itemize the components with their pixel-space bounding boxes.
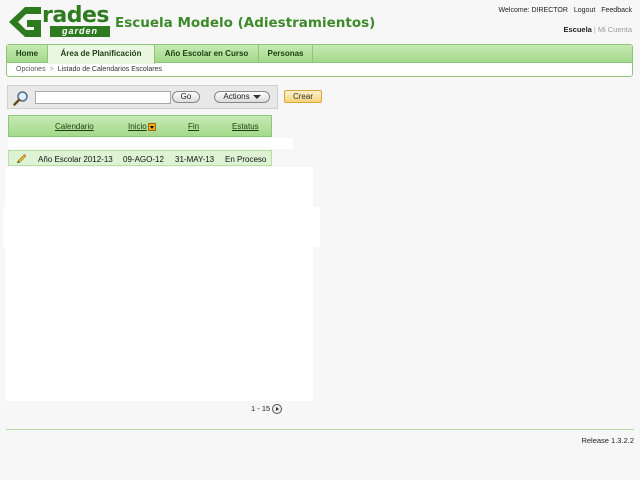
cell-estatus: En Proceso	[225, 155, 267, 164]
welcome-text: Welcome: DIRECTOR	[498, 7, 568, 14]
column-header-inicio[interactable]: Inicio	[128, 122, 156, 131]
sort-descending-icon[interactable]	[147, 122, 156, 131]
table-header: Calendario Inicio Fin Estatus	[8, 115, 272, 137]
chevron-down-icon	[252, 94, 261, 99]
app-title: Escuela Modelo (Adiestramientos)	[115, 15, 376, 31]
search-input[interactable]	[35, 91, 171, 104]
logout-link[interactable]: Logout	[574, 7, 595, 14]
cell-fin: 31-MAY-13	[175, 155, 215, 164]
tab-personas[interactable]: Personas	[259, 45, 313, 63]
top-links: Welcome: DIRECTOR Logout Feedback	[495, 7, 632, 14]
search-bar: Go Actions	[7, 85, 278, 109]
context-separator: |	[593, 25, 596, 34]
actions-button[interactable]: Actions	[214, 91, 270, 103]
content-panel	[5, 247, 313, 401]
navigation-bar: Home Área de Planificación Año Escolar e…	[6, 44, 633, 77]
feedback-link[interactable]: Feedback	[601, 7, 632, 14]
context-mi-cuenta[interactable]: Mi Cuenta	[598, 25, 632, 34]
go-button[interactable]: Go	[172, 91, 200, 103]
pencil-icon[interactable]	[16, 153, 27, 164]
next-page-icon[interactable]	[272, 404, 283, 415]
content-panel	[5, 167, 313, 207]
column-header-calendario[interactable]: Calendario	[55, 122, 94, 131]
breadcrumb-arrow: >	[49, 66, 54, 73]
cell-inicio: 09-AGO-12	[123, 155, 164, 164]
breadcrumb-opciones[interactable]: Opciones	[16, 66, 46, 73]
column-header-fin[interactable]: Fin	[188, 122, 199, 131]
magnifier-icon[interactable]	[13, 90, 29, 106]
crear-button[interactable]: Crear	[284, 90, 322, 103]
context-escuela[interactable]: Escuela	[564, 25, 592, 34]
context-switch: Escuela | Mi Cuenta	[564, 25, 633, 34]
column-header-estatus[interactable]: Estatus	[232, 122, 259, 131]
table-spacer	[8, 138, 293, 149]
breadcrumb-current: Listado de Calendarios Escolares	[57, 66, 162, 73]
tab-list: Home Área de Planificación Año Escolar e…	[7, 45, 632, 64]
tab-ano-escolar[interactable]: Año Escolar en Curso	[155, 45, 259, 63]
column-header-inicio-label: Inicio	[128, 122, 147, 131]
logo-g-icon	[9, 7, 41, 37]
release-version: Release 1.3.2.2	[581, 436, 634, 445]
actions-label: Actions	[223, 92, 250, 101]
pagination: 1 - 15	[251, 404, 283, 415]
logo-text-sub: garden	[50, 26, 110, 37]
pagination-range: 1 - 15	[251, 404, 271, 413]
cell-calendario: Año Escolar 2012-13	[38, 155, 113, 164]
content-panel	[3, 207, 320, 247]
tab-area-planificacion[interactable]: Área de Planificación	[48, 45, 155, 64]
footer-divider	[6, 429, 634, 430]
breadcrumb: Opciones > Listado de Calendarios Escolare…	[16, 66, 162, 73]
tab-home[interactable]: Home	[7, 45, 48, 63]
grades-garden-logo: rades garden	[8, 3, 110, 38]
table-row: Año Escolar 2012-13 09-AGO-12 31-MAY-13 …	[8, 150, 272, 166]
